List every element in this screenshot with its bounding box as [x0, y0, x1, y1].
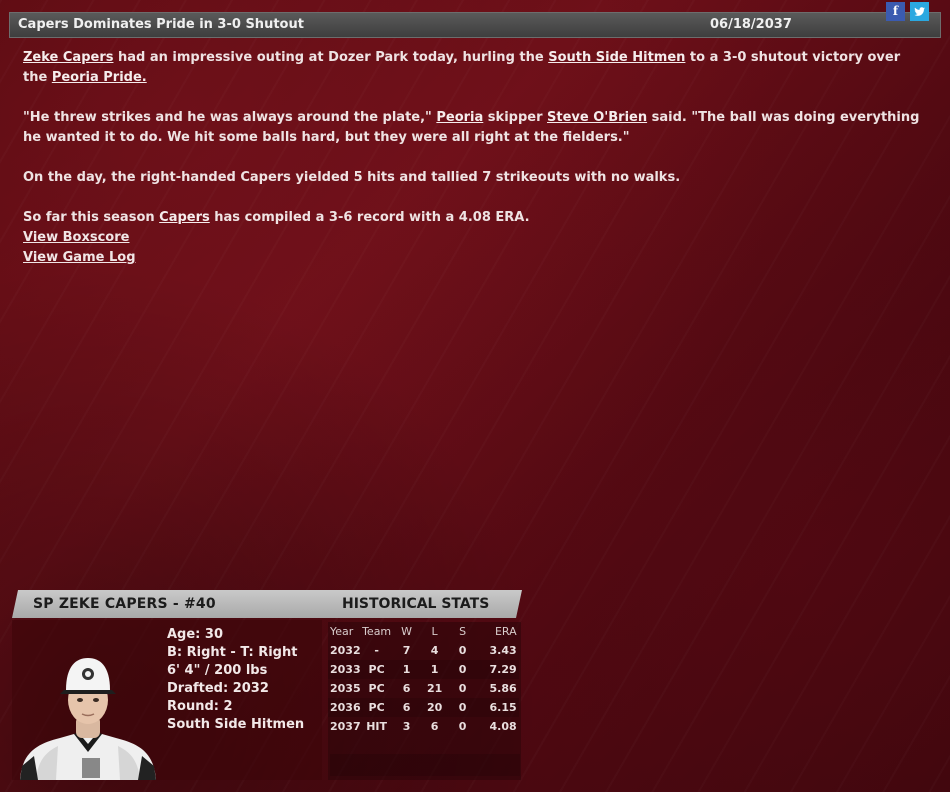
stat-w: 6 — [392, 698, 421, 717]
player-bats-throws: B: Right - T: Right — [167, 645, 298, 660]
col-team: Team — [362, 625, 392, 638]
story-paragraph-4: So far this season Capers has compiled a… — [23, 208, 923, 228]
stat-era: 6.15 — [476, 698, 519, 717]
facebook-share-icon[interactable]: f — [886, 2, 905, 21]
opponent-link[interactable]: Peoria Pride. — [52, 70, 147, 85]
stat-w: 3 — [402, 720, 411, 733]
col-w: W — [401, 625, 413, 638]
stat-year: 2035 — [330, 682, 361, 695]
stat-s: 0 — [458, 720, 467, 733]
historical-stats-title: HISTORICAL STATS — [342, 596, 490, 612]
stat-l: 1 — [420, 660, 449, 679]
stat-era: 4.08 — [489, 720, 517, 733]
article-date: 06/18/2037 — [710, 17, 792, 32]
player-link-2[interactable]: Capers — [159, 210, 210, 225]
stat-team: PC — [360, 660, 393, 679]
stat-s: 0 — [448, 660, 477, 679]
manager-link[interactable]: Steve O'Brien — [547, 110, 647, 125]
article-links: View Boxscore View Game Log — [23, 228, 136, 268]
player-card-header: SP ZEKE CAPERS - #40 HISTORICAL STATS — [12, 590, 522, 618]
city-link[interactable]: Peoria — [436, 110, 483, 125]
story-paragraph-3: On the day, the right-handed Capers yiel… — [23, 170, 681, 185]
stat-s: 0 — [448, 698, 477, 717]
story-text: skipper — [483, 110, 548, 125]
stats-row: 2032 - 7 4 0 3.43 — [328, 641, 519, 660]
stat-w: 7 — [402, 644, 411, 657]
stat-year: 2033 — [328, 660, 361, 679]
twitter-share-icon[interactable] — [910, 2, 929, 21]
stats-row: 2036 PC 6 20 0 6.15 — [328, 698, 519, 717]
story-paragraph-1: Zeke Capers had an impressive outing at … — [23, 48, 923, 88]
col-era: ERA — [494, 625, 517, 638]
stat-team: PC — [360, 698, 393, 717]
article-header-bar: Capers Dominates Pride in 3-0 Shutout 06… — [9, 12, 941, 38]
stat-era: 7.29 — [476, 660, 519, 679]
stat-l: 20 — [420, 698, 449, 717]
player-link[interactable]: Zeke Capers — [23, 50, 113, 65]
player-height-weight: 6' 4" / 200 lbs — [167, 663, 268, 678]
stats-row: 2035 PC 6 21 0 5.86 — [328, 679, 519, 698]
stat-s: 0 — [458, 644, 467, 657]
view-boxscore-link[interactable]: View Boxscore — [23, 228, 136, 248]
stat-w: 1 — [392, 660, 421, 679]
player-drafted: Drafted: 2032 — [167, 681, 269, 696]
stat-year: 2037 — [330, 720, 361, 733]
stats-empty-row — [330, 754, 520, 776]
stat-year: 2036 — [328, 698, 361, 717]
player-draft-round: Round: 2 — [167, 699, 233, 714]
col-s: S — [459, 625, 467, 638]
player-age: Age: 30 — [167, 627, 223, 642]
player-card-name: SP ZEKE CAPERS - #40 — [33, 596, 216, 612]
story-paragraph-2: "He threw strikes and he was always arou… — [23, 108, 923, 148]
stat-year: 2032 — [330, 644, 361, 657]
article-title: Capers Dominates Pride in 3-0 Shutout — [18, 17, 304, 32]
player-team[interactable]: South Side Hitmen — [167, 716, 304, 734]
stat-team: PC — [368, 682, 385, 695]
stat-w: 6 — [402, 682, 411, 695]
col-year: Year — [330, 625, 354, 638]
stats-row: 2037 HIT 3 6 0 4.08 — [328, 717, 519, 736]
stats-row: 2033 PC 1 1 0 7.29 — [328, 660, 519, 679]
stat-era: 3.43 — [489, 644, 517, 657]
player-bio: Age: 30 B: Right - T: Right 6' 4" / 200 … — [167, 626, 304, 734]
stat-team: - — [374, 644, 379, 657]
story-text: had an impressive outing at Dozer Park t… — [113, 50, 549, 65]
stat-l: 21 — [426, 682, 443, 695]
stats-header-row: Year Team W L S ERA — [328, 622, 519, 641]
stat-s: 0 — [458, 682, 467, 695]
player-photo — [20, 658, 156, 780]
view-game-log-link[interactable]: View Game Log — [23, 248, 136, 268]
article-body: Zeke Capers had an impressive outing at … — [23, 48, 923, 248]
story-text: So far this season — [23, 210, 160, 225]
story-text: has compiled a 3-6 record with a 4.08 ER… — [209, 210, 530, 225]
story-text: "He threw strikes and he was always arou… — [23, 110, 437, 125]
historical-stats-table: Year Team W L S ERA 2032 - 7 4 0 3.43 20… — [328, 622, 519, 736]
twitter-bird-icon — [914, 7, 925, 16]
team-link[interactable]: South Side Hitmen — [548, 50, 685, 65]
stat-l: 6 — [430, 720, 439, 733]
stat-team: HIT — [366, 720, 388, 733]
stat-l: 4 — [430, 644, 439, 657]
col-l: L — [431, 625, 438, 638]
stat-era: 5.86 — [489, 682, 517, 695]
